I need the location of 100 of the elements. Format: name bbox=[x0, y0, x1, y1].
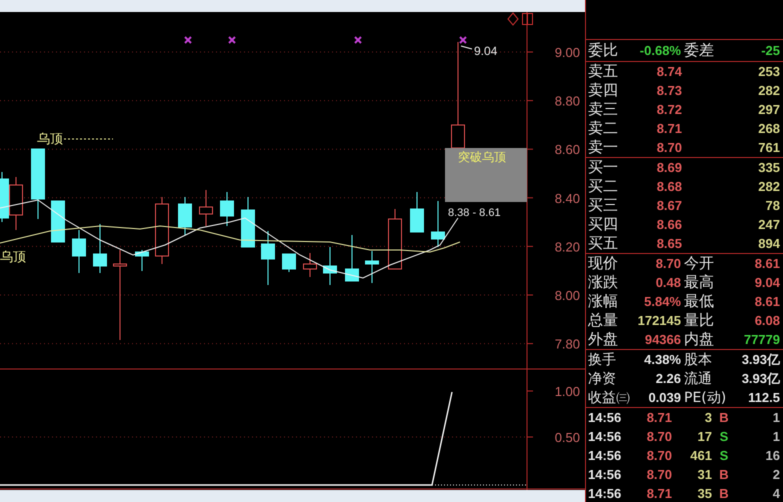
bid-volume: 282 bbox=[757, 180, 780, 193]
candlestick bbox=[345, 234, 359, 282]
bid-volume: 335 bbox=[757, 161, 780, 174]
quote-value: 94366 bbox=[644, 333, 681, 346]
quote-label: 最低 bbox=[684, 294, 715, 309]
trade-price: 8.71 bbox=[646, 487, 672, 500]
price-axis-label: 8.00 bbox=[554, 288, 580, 303]
candlestick bbox=[303, 252, 317, 278]
quote-label: 总量 bbox=[588, 313, 619, 328]
trade-time: 14:56 bbox=[588, 449, 622, 462]
indicator-axis-label: 0.50 bbox=[554, 430, 580, 445]
price-axis-label: 8.20 bbox=[554, 239, 580, 254]
difference-label: 委差 bbox=[684, 43, 715, 58]
trade-side: B bbox=[718, 487, 730, 500]
bid-label: 买三 bbox=[588, 198, 619, 213]
quote-value: 5.84% bbox=[643, 295, 681, 308]
trade-volume: 35 bbox=[696, 487, 712, 500]
trade-count: 16 bbox=[764, 449, 780, 462]
high-price-label: 9.04 bbox=[474, 44, 498, 58]
trade-time: 14:56 bbox=[588, 468, 622, 481]
ratio-value: -0.68% bbox=[638, 44, 681, 57]
leader-line bbox=[460, 46, 472, 50]
candlestick bbox=[241, 196, 255, 248]
stat-value: 4.38% bbox=[643, 353, 681, 366]
stat-label: 换手 bbox=[588, 352, 617, 366]
bid-price: 8.69 bbox=[656, 161, 682, 174]
trade-price: 8.70 bbox=[646, 430, 672, 443]
bid-price: 8.66 bbox=[656, 218, 682, 231]
bid-volume: 78 bbox=[764, 199, 780, 212]
cross-marker bbox=[228, 36, 236, 44]
quote-value: 77779 bbox=[742, 333, 780, 346]
quote-value: 0.48 bbox=[654, 276, 681, 289]
bid-label: 买四 bbox=[588, 217, 619, 232]
trade-price: 8.71 bbox=[646, 411, 672, 424]
trade-side: B bbox=[718, 411, 730, 424]
dashed-line bbox=[64, 138, 114, 140]
ask-price: 8.70 bbox=[656, 141, 682, 154]
candlestick bbox=[72, 230, 86, 274]
candlestick bbox=[178, 196, 192, 236]
bid-price: 8.68 bbox=[656, 180, 682, 193]
price-axis-label: 8.40 bbox=[554, 190, 580, 206]
bid-label: 买二 bbox=[588, 179, 619, 194]
quote-label: 今开 bbox=[684, 256, 715, 271]
trade-volume: 461 bbox=[689, 449, 712, 462]
candlestick bbox=[323, 246, 337, 286]
stat-value: 3.93亿 bbox=[740, 372, 780, 385]
candlestick bbox=[410, 192, 424, 232]
bid-volume: 247 bbox=[757, 218, 780, 231]
ask-price: 8.72 bbox=[656, 103, 682, 116]
quote-label: 外盘 bbox=[588, 332, 619, 347]
trade-price: 8.70 bbox=[646, 468, 672, 481]
ask-volume: 268 bbox=[757, 122, 780, 135]
bid-volume: 894 bbox=[757, 237, 780, 250]
ask-label: 卖三 bbox=[588, 102, 619, 117]
trade-volume: 31 bbox=[696, 468, 712, 481]
trade-time: 14:56 bbox=[588, 411, 622, 424]
quote-value: 8.61 bbox=[754, 295, 780, 308]
candlestick bbox=[282, 254, 296, 272]
candlestick bbox=[261, 230, 275, 286]
candlestick bbox=[155, 196, 169, 264]
quote-value: 9.04 bbox=[754, 276, 780, 289]
quote-value: 172145 bbox=[636, 314, 681, 327]
ask-volume: 282 bbox=[757, 84, 780, 97]
candlestick bbox=[51, 200, 65, 242]
stat-value: 2.26 bbox=[654, 372, 681, 385]
ask-label: 卖五 bbox=[588, 64, 619, 79]
quote-value: 6.08 bbox=[754, 314, 780, 327]
stat-label: 净资 bbox=[588, 372, 617, 386]
candlestick bbox=[365, 250, 379, 284]
cross-marker bbox=[354, 36, 362, 44]
ask-volume: 761 bbox=[757, 141, 780, 154]
trade-time: 14:56 bbox=[588, 487, 622, 500]
candlestick bbox=[93, 224, 107, 274]
ask-price: 8.71 bbox=[656, 122, 682, 135]
price-axis-label: 9.00 bbox=[554, 45, 580, 60]
stat-value: 0.039 bbox=[647, 391, 681, 404]
diamond-icon[interactable] bbox=[507, 12, 519, 26]
ask-label: 卖四 bbox=[588, 83, 619, 98]
cross-marker bbox=[184, 36, 192, 44]
stat-value: 112.5 bbox=[747, 391, 780, 404]
bid-label: 买五 bbox=[588, 236, 619, 251]
price-axis-label: 7.80 bbox=[554, 336, 580, 352]
ask-label: 卖二 bbox=[588, 121, 619, 136]
bid-label: 买一 bbox=[588, 160, 619, 175]
stat-label: 收益㈢ bbox=[588, 390, 631, 404]
price-range-label: 8.38 - 8.61 bbox=[448, 207, 501, 219]
difference-value: -25 bbox=[760, 44, 780, 57]
price-axis-label: 8.80 bbox=[554, 94, 580, 109]
ask-price: 8.74 bbox=[656, 65, 682, 78]
price-axis-label: 8.60 bbox=[554, 142, 580, 158]
quote-label: 涨跌 bbox=[588, 275, 619, 290]
trade-side: S bbox=[718, 430, 730, 443]
window-icon[interactable] bbox=[522, 13, 533, 25]
trade-count: 4 bbox=[772, 487, 780, 500]
ask-volume: 253 bbox=[757, 65, 780, 78]
trade-side: S bbox=[718, 449, 730, 462]
trade-count: 1 bbox=[772, 411, 780, 424]
ask-price: 8.73 bbox=[656, 84, 682, 97]
trade-volume: 17 bbox=[696, 430, 712, 443]
trade-count: 1 bbox=[772, 430, 780, 443]
